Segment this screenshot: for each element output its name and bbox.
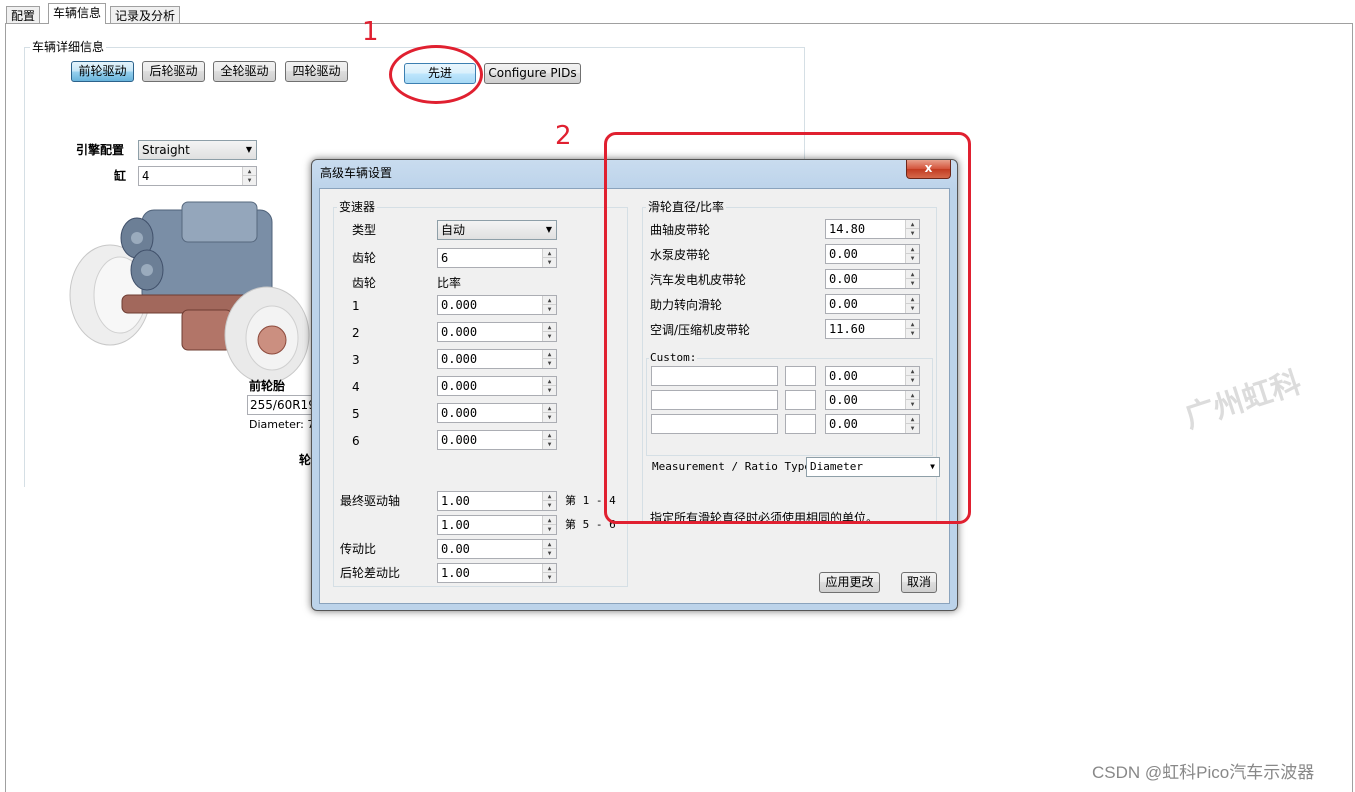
gear-number: 5 bbox=[352, 407, 360, 421]
annotation-number-2: 2 bbox=[555, 121, 572, 151]
final-drive-value-1: 1.00 bbox=[441, 494, 470, 508]
transfer-ratio-value: 0.00 bbox=[441, 542, 470, 556]
gear-ratio-input[interactable]: 0.000 ▲ ▼ bbox=[437, 403, 557, 423]
ratio-column-header: 比率 bbox=[437, 276, 462, 290]
configure-pids-button[interactable]: Configure PIDs bbox=[484, 63, 581, 84]
4wd-button[interactable]: 四轮驱动 bbox=[285, 61, 348, 82]
spin-buttons[interactable]: ▲ ▼ bbox=[542, 516, 556, 534]
gear-number: 2 bbox=[352, 326, 360, 340]
vehicle-details-title: 车辆详细信息 bbox=[30, 40, 107, 54]
gear-number: 4 bbox=[352, 380, 360, 394]
gear-ratio-input[interactable]: 0.000 ▲ ▼ bbox=[437, 430, 557, 450]
gear-ratio-value: 0.000 bbox=[441, 379, 478, 393]
dialog-title: 高级车辆设置 bbox=[320, 166, 393, 180]
spin-buttons[interactable]: ▲ ▼ bbox=[542, 431, 556, 449]
annotation-number-1: 1 bbox=[362, 17, 379, 47]
gears-count-label: 齿轮 bbox=[352, 251, 377, 265]
fwd-button[interactable]: 前轮驱动 bbox=[71, 61, 134, 82]
rear-diff-value: 1.00 bbox=[441, 566, 470, 580]
transmission-title: 变速器 bbox=[337, 200, 378, 214]
credit-text: CSDN @虹科Pico汽车示波器 bbox=[1092, 763, 1315, 782]
gears-count-input[interactable]: 6 ▲ ▼ bbox=[437, 248, 557, 268]
transmission-type-value: 自动 bbox=[441, 223, 466, 237]
cancel-button[interactable]: 取消 bbox=[901, 572, 937, 593]
gear-ratio-value: 0.000 bbox=[441, 298, 478, 312]
spin-buttons[interactable]: ▲ ▼ bbox=[242, 167, 256, 185]
front-tire-label: 前轮胎 bbox=[249, 379, 286, 393]
spin-buttons[interactable]: ▲ ▼ bbox=[542, 296, 556, 314]
cylinders-value: 4 bbox=[142, 169, 150, 183]
chevron-down-icon: ▼ bbox=[245, 145, 252, 154]
annotation-circle-1 bbox=[389, 45, 483, 104]
spin-buttons[interactable]: ▲ ▼ bbox=[542, 564, 556, 582]
final-drive-input-1[interactable]: 1.00 ▲ ▼ bbox=[437, 491, 557, 511]
gear-ratio-value: 0.000 bbox=[441, 433, 478, 447]
cylinders-label: 缸 bbox=[114, 169, 127, 183]
spin-buttons[interactable]: ▲ ▼ bbox=[542, 540, 556, 558]
annotation-rect-2 bbox=[604, 132, 971, 524]
final-drive-input-2[interactable]: 1.00 ▲ ▼ bbox=[437, 515, 557, 535]
cylinders-input[interactable]: 4 ▲ ▼ bbox=[138, 166, 257, 186]
tab-strip: 配置 车辆信息 记录及分析 bbox=[0, 0, 1355, 24]
gear-number: 3 bbox=[352, 353, 360, 367]
awd-button[interactable]: 全轮驱动 bbox=[213, 61, 276, 82]
gear-ratio-input[interactable]: 0.000 ▲ ▼ bbox=[437, 349, 557, 369]
final-drive-value-2: 1.00 bbox=[441, 518, 470, 532]
apply-button[interactable]: 应用更改 bbox=[819, 572, 880, 593]
final-drive-label: 最终驱动轴 bbox=[340, 494, 401, 508]
gear-number: 6 bbox=[352, 434, 360, 448]
engine-illustration bbox=[69, 201, 310, 384]
transfer-ratio-input[interactable]: 0.00 ▲ ▼ bbox=[437, 539, 557, 559]
gears-count-value: 6 bbox=[441, 251, 449, 265]
tab-recording-analysis[interactable]: 记录及分析 bbox=[110, 6, 181, 24]
tab-config[interactable]: 配置 bbox=[6, 6, 41, 24]
gear-ratio-input[interactable]: 0.000 ▲ ▼ bbox=[437, 295, 557, 315]
gear-ratio-input[interactable]: 0.000 ▲ ▼ bbox=[437, 376, 557, 396]
gear-ratio-value: 0.000 bbox=[441, 352, 478, 366]
tab-vehicle-info[interactable]: 车辆信息 bbox=[48, 3, 107, 24]
gear-ratio-input[interactable]: 0.000 ▲ ▼ bbox=[437, 322, 557, 342]
spin-buttons[interactable]: ▲ ▼ bbox=[542, 404, 556, 422]
transmission-type-select[interactable]: 自动 ▼ bbox=[437, 220, 557, 240]
gear-ratio-value: 0.000 bbox=[441, 406, 478, 420]
wheel-label-partial: 轮 bbox=[299, 453, 312, 467]
front-tire-input[interactable]: 255/60R19 bbox=[247, 395, 316, 415]
spin-buttons[interactable]: ▲ ▼ bbox=[542, 323, 556, 341]
gear-number: 1 bbox=[352, 299, 360, 313]
rear-diff-label: 后轮差动比 bbox=[340, 566, 401, 580]
transfer-ratio-label: 传动比 bbox=[340, 542, 377, 556]
chevron-down-icon: ▼ bbox=[545, 225, 552, 234]
engine-config-label: 引擎配置 bbox=[76, 143, 125, 157]
spin-buttons[interactable]: ▲ ▼ bbox=[542, 350, 556, 368]
engine-config-select[interactable]: Straight ▼ bbox=[138, 140, 257, 160]
rear-diff-input[interactable]: 1.00 ▲ ▼ bbox=[437, 563, 557, 583]
engine-config-value: Straight bbox=[142, 143, 190, 157]
spin-buttons[interactable]: ▲ ▼ bbox=[542, 249, 556, 267]
spin-buttons[interactable]: ▲ ▼ bbox=[542, 377, 556, 395]
gear-column-header: 齿轮 bbox=[352, 276, 377, 290]
type-label: 类型 bbox=[352, 223, 377, 237]
rwd-button[interactable]: 后轮驱动 bbox=[142, 61, 205, 82]
spin-buttons[interactable]: ▲ ▼ bbox=[542, 492, 556, 510]
gear-ratio-value: 0.000 bbox=[441, 325, 478, 339]
